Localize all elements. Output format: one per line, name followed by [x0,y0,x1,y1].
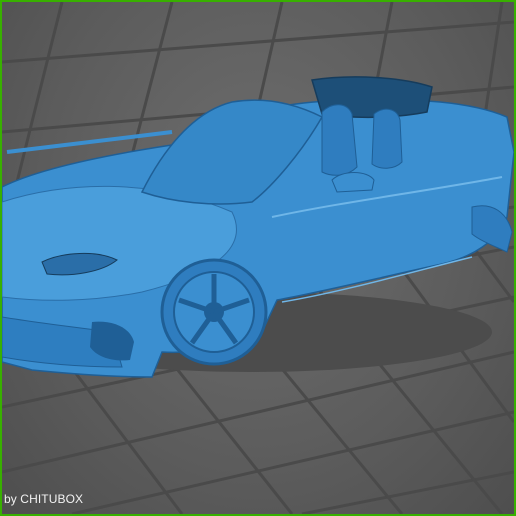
build-plate-grid [2,2,514,514]
front-wheel [160,258,268,366]
watermark-label: by CHITUBOX [4,492,84,506]
3d-viewport[interactable]: by CHITUBOX [2,2,514,514]
car-model-icon[interactable] [2,76,514,378]
